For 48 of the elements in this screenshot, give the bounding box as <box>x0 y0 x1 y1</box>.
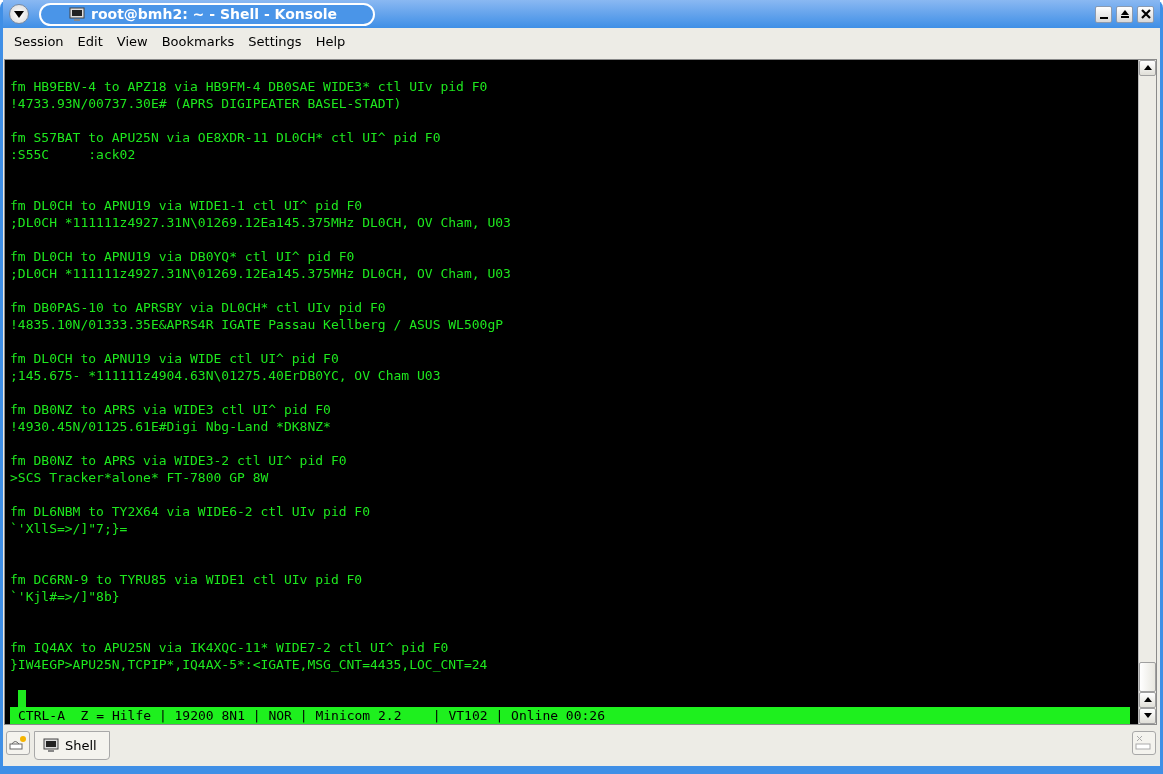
terminal-line: fm DL0CH to APNU19 via WIDE1-1 ctl UI^ pid F0 <box>10 197 363 213</box>
terminal-icon <box>69 6 85 22</box>
close-icon <box>1140 9 1151 19</box>
terminal-line: ;145.675- *111111z4904.63N\01275.40ErDB0YC, OV Cham U03 <box>10 367 441 383</box>
terminal-line: fm IQ4AX to APU25N via IK4XQC-11* WIDE7-2 ctl UI^ pid F0 <box>10 639 449 655</box>
terminal-line: !4930.45N/01125.61E#Digi Nbg-Land *DK8NZ* <box>10 418 331 434</box>
terminal-line: ;DL0CH *111111z4927.31N\01269.12Ea145.375MHz DL0CH, OV Cham, U03 <box>10 265 511 281</box>
terminal-line: }IW4EGP>APU25N,TCPIP*,IQ4AX-5*:<IGATE,MSG_CNT=4435,LOC_CNT=24 <box>10 656 488 672</box>
terminal-line: fm DL6NBM to TY2X64 via WIDE6-2 ctl UIv pid F0 <box>10 503 371 519</box>
maximize-button[interactable] <box>1116 5 1133 23</box>
menu-item[interactable]: Edit <box>70 34 110 50</box>
menu-item[interactable]: Help <box>308 34 353 50</box>
terminal-line: `'XllS=>/]"7;}= <box>10 520 128 536</box>
minimize-button[interactable] <box>1095 5 1112 23</box>
menu-item[interactable]: View <box>109 34 155 50</box>
terminal-line: fm HB9EBV-4 to APZ18 via HB9FM-4 DB0SAE WIDE3* ctl UIv pid F0 <box>10 78 488 94</box>
text-cursor <box>18 689 26 707</box>
terminal-line: fm DL0CH to APNU19 via WIDE ctl UI^ pid F0 <box>10 350 339 366</box>
terminal-line: !4733.93N/00737.30E# (APRS DIGIPEATER BASEL-STADT) <box>10 95 402 111</box>
terminal-line: !4835.10N/01333.35E&APRS4R IGATE Passau Kellberg / ASUS WL500gP <box>10 316 504 332</box>
down-arrow-icon <box>1143 713 1152 719</box>
minimize-icon <box>1099 16 1108 19</box>
window-title: root@bmh2: ~ - Shell - Konsole <box>91 6 338 22</box>
scrollbar-thumb[interactable] <box>1139 661 1156 692</box>
terminal-line: fm DL0CH to APNU19 via DB0YQ* ctl UI^ pid F0 <box>10 248 355 264</box>
terminal-line: fm DB0NZ to APRS via WIDE3-2 ctl UI^ pid F0 <box>10 452 347 468</box>
up-arrow-icon <box>1143 65 1152 71</box>
close-button[interactable] <box>1137 5 1154 23</box>
menu-item[interactable]: Bookmarks <box>154 34 242 50</box>
caret-icon <box>14 10 24 18</box>
scroll-down-button[interactable] <box>1139 707 1156 724</box>
menu-item[interactable]: Settings <box>241 34 309 50</box>
up-arrow-icon <box>1143 697 1152 703</box>
window-menu-button[interactable] <box>9 4 29 24</box>
terminal-icon <box>43 737 59 753</box>
terminal-line: `'Kjl#=>/]"8b} <box>10 588 120 604</box>
terminal-line: fm S57BAT to APU25N via OE8XDR-11 DL0CH* ctl UI^ pid F0 <box>10 129 441 145</box>
terminal-line: :S55C :ack02 <box>10 146 136 162</box>
menu-item[interactable]: Session <box>7 34 71 50</box>
terminal-line: fm DB0PAS-10 to APRSBY via DL0CH* ctl UIv pid F0 <box>10 299 386 315</box>
scroll-up-button[interactable] <box>1139 691 1156 708</box>
terminal-line: fm DC6RN-9 to TYRU85 via WIDE1 ctl UIv pid F0 <box>10 571 363 587</box>
terminal-line: >SCS Tracker*alone* FT-7800 GP 8W <box>10 469 269 485</box>
terminal-line: fm DB0NZ to APRS via WIDE3 ctl UI^ pid F0 <box>10 401 331 417</box>
session-tab[interactable]: Shell <box>34 730 110 760</box>
terminal-line: ;DL0CH *111111z4927.31N\01269.12Ea145.375MHz DL0CH, OV Cham, U03 <box>10 214 511 230</box>
maximize-icon <box>1119 9 1130 19</box>
scroll-up-button[interactable] <box>1139 59 1156 76</box>
